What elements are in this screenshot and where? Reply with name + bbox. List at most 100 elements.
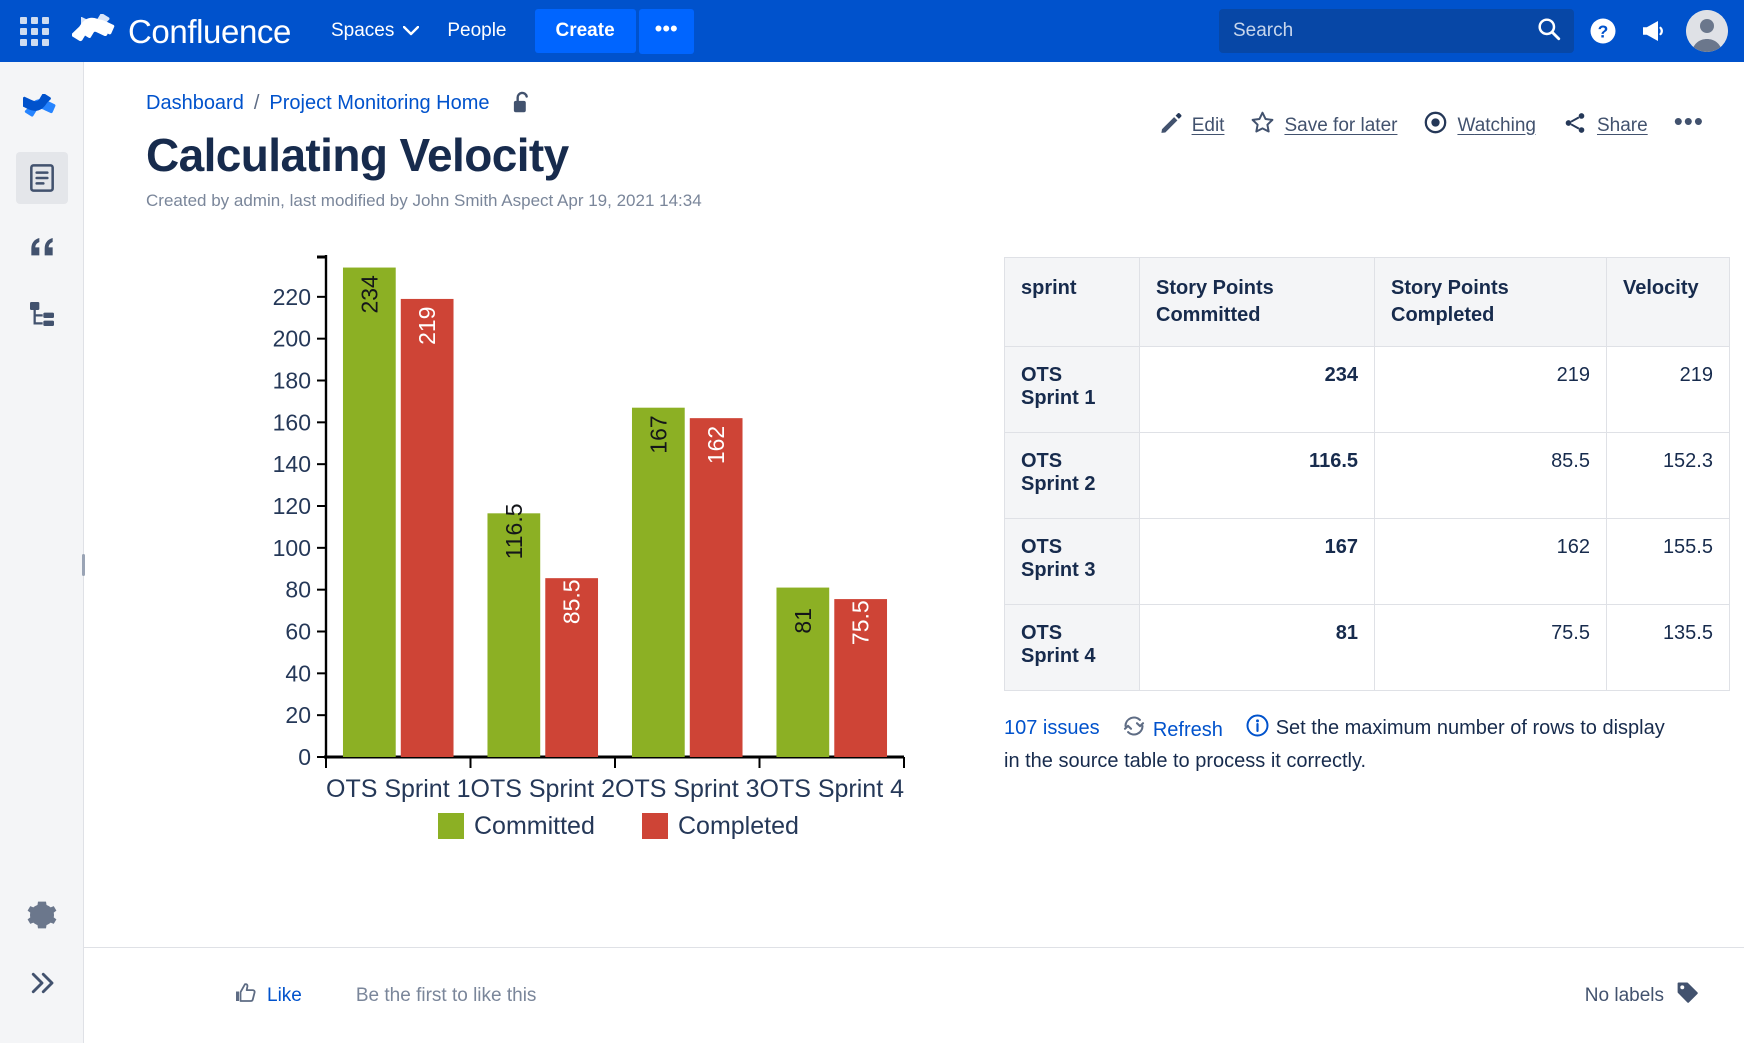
edit-label: Edit xyxy=(1191,114,1225,136)
page-action-bar: Edit Save for later Watching Share ••• xyxy=(1159,90,1704,145)
sidebar-item-confluence-logo[interactable] xyxy=(16,84,68,136)
create-button[interactable]: Create xyxy=(534,9,636,53)
page-more-actions-button[interactable]: ••• xyxy=(1674,106,1704,145)
label-tag-icon[interactable] xyxy=(1675,980,1700,1011)
global-navigation-bar: Confluence Spaces People Create ••• ? xyxy=(0,0,1744,62)
bar-value-label: 85.5 xyxy=(559,579,585,624)
velocity-table: sprint Story Points Committed Story Poin… xyxy=(1004,256,1730,691)
cell-velocity: 219 xyxy=(1606,345,1730,433)
share-button[interactable]: Share xyxy=(1562,110,1648,142)
nav-spaces[interactable]: Spaces xyxy=(317,10,433,52)
watching-label: Watching xyxy=(1457,114,1536,136)
labels-area[interactable]: No labels xyxy=(1585,980,1700,1011)
cell-story-points-committed: 167 xyxy=(1139,517,1375,605)
page-header-left: Dashboard / Project Monitoring Home Calc… xyxy=(146,90,1159,211)
cell-story-points-committed: 116.5 xyxy=(1139,431,1375,519)
bar-value-label: 75.5 xyxy=(848,600,874,645)
cell-sprint: OTS Sprint 3 xyxy=(1004,517,1140,605)
refresh-button[interactable]: Refresh xyxy=(1122,714,1223,747)
chevron-double-right-icon xyxy=(31,972,53,994)
breadcrumb-space[interactable]: Project Monitoring Home xyxy=(269,92,489,115)
legend-label-completed: Completed xyxy=(678,812,799,840)
sidebar-item-pages[interactable] xyxy=(15,152,68,204)
table-body: OTS Sprint 1 234 219 219 OTS Sprint 2 116.5 85… xyxy=(1004,345,1730,691)
col-header-story-points-completed[interactable]: Story Points Completed xyxy=(1374,256,1607,347)
save-for-later-button[interactable]: Save for later xyxy=(1250,110,1397,141)
sidebar-item-blog[interactable] xyxy=(16,220,68,272)
sidebar-item-page-tree[interactable] xyxy=(16,288,68,340)
y-axis-tick-label: 0 xyxy=(298,744,311,770)
table-header-row: sprint Story Points Committed Story Poin… xyxy=(1004,256,1730,347)
col-header-velocity[interactable]: Velocity xyxy=(1606,256,1730,347)
confluence-logo-icon xyxy=(22,94,55,117)
x-axis-category-label: OTS Sprint 3 xyxy=(615,775,760,803)
no-labels-text: No labels xyxy=(1584,984,1664,1006)
legend-swatch-completed[interactable] xyxy=(642,812,668,839)
blog-quote-icon xyxy=(30,238,53,256)
page-restrictions-unlocked-icon[interactable] xyxy=(510,90,534,116)
nav-people[interactable]: People xyxy=(433,10,520,52)
info-icon xyxy=(1245,713,1270,738)
search-icon[interactable] xyxy=(1536,16,1562,47)
confluence-home-link[interactable]: Confluence xyxy=(72,14,291,48)
x-axis-category-label: OTS Sprint 1 xyxy=(326,775,471,803)
bar-completed[interactable] xyxy=(400,298,454,757)
y-axis-tick-label: 40 xyxy=(285,660,311,686)
bar-committed[interactable] xyxy=(631,407,685,757)
refresh-label[interactable]: Refresh xyxy=(1153,716,1223,745)
y-axis-tick-label: 120 xyxy=(273,493,311,519)
app-switcher-icon[interactable] xyxy=(14,11,54,51)
breadcrumb-dashboard[interactable]: Dashboard xyxy=(146,92,244,115)
table-row: OTS Sprint 3 167 162 155.5 xyxy=(1004,517,1730,605)
y-axis-tick-label: 140 xyxy=(273,451,311,477)
x-axis-category-label: OTS Sprint 2 xyxy=(471,775,616,803)
table-footer-note: 107 issues Refresh Set the maximum numbe… xyxy=(1004,713,1684,776)
issues-count-link[interactable]: 107 issues xyxy=(1004,717,1100,739)
col-header-sprint[interactable]: sprint xyxy=(1004,256,1140,347)
like-button[interactable]: Like xyxy=(234,981,302,1011)
bar-value-label: 234 xyxy=(356,275,382,314)
pages-icon xyxy=(29,164,54,192)
table-row: OTS Sprint 1 234 219 219 xyxy=(1004,345,1730,433)
cell-story-points-completed: 162 xyxy=(1374,517,1607,605)
bar-committed[interactable] xyxy=(342,267,396,757)
app-switcher-grid xyxy=(19,16,49,46)
velocity-chart: 0 20 40 60 80 100 120 140 160 180 200 220 234 219 OTS … xyxy=(234,245,924,865)
cell-sprint: OTS Sprint 2 xyxy=(1004,431,1140,519)
user-avatar[interactable] xyxy=(1686,10,1728,52)
create-more-button[interactable]: ••• xyxy=(638,8,694,54)
share-icon xyxy=(1562,110,1588,142)
velocity-table-panel: sprint Story Points Committed Story Poin… xyxy=(1004,245,1730,865)
cell-story-points-completed: 85.5 xyxy=(1374,431,1607,519)
sidebar-expand-button[interactable] xyxy=(16,957,68,1009)
sidebar-item-settings[interactable] xyxy=(16,889,68,941)
bar-completed[interactable] xyxy=(689,417,743,757)
search-input[interactable] xyxy=(1231,19,1530,43)
cell-story-points-committed: 234 xyxy=(1139,345,1375,433)
y-axis-tick-label: 60 xyxy=(285,618,311,644)
space-sidebar xyxy=(0,62,85,1043)
search-box[interactable] xyxy=(1219,9,1574,53)
page-shell: Dashboard / Project Monitoring Home Calc… xyxy=(0,62,1744,1043)
help-icon[interactable]: ? xyxy=(1582,10,1624,52)
notifications-megaphone-icon[interactable] xyxy=(1632,10,1674,52)
watching-button[interactable]: Watching xyxy=(1423,110,1536,141)
bar-chart-svg: 0 20 40 60 80 100 120 140 160 180 200 220 234 219 OTS … xyxy=(273,254,905,840)
table-row: OTS Sprint 2 116.5 85.5 152.3 xyxy=(1004,431,1730,519)
bar-value-label: 81 xyxy=(790,608,816,634)
chevron-down-icon xyxy=(403,20,420,42)
svg-text:?: ? xyxy=(1598,21,1609,41)
cell-story-points-committed: 81 xyxy=(1139,603,1375,691)
edit-button[interactable]: Edit xyxy=(1159,111,1225,141)
bar-value-label: 219 xyxy=(414,306,440,344)
nav-people-label: People xyxy=(447,20,507,41)
y-axis-tick-label: 80 xyxy=(285,576,311,602)
col-header-story-points-committed[interactable]: Story Points Committed xyxy=(1139,256,1375,347)
confluence-mark-icon xyxy=(81,14,115,38)
cell-story-points-completed: 75.5 xyxy=(1374,603,1607,691)
legend-swatch-committed[interactable] xyxy=(438,812,464,839)
cell-velocity: 135.5 xyxy=(1606,603,1730,691)
cell-sprint: OTS Sprint 1 xyxy=(1004,345,1140,433)
x-axis-category-label: OTS Sprint 4 xyxy=(760,775,905,803)
table-row: OTS Sprint 4 81 75.5 135.5 xyxy=(1004,603,1730,691)
